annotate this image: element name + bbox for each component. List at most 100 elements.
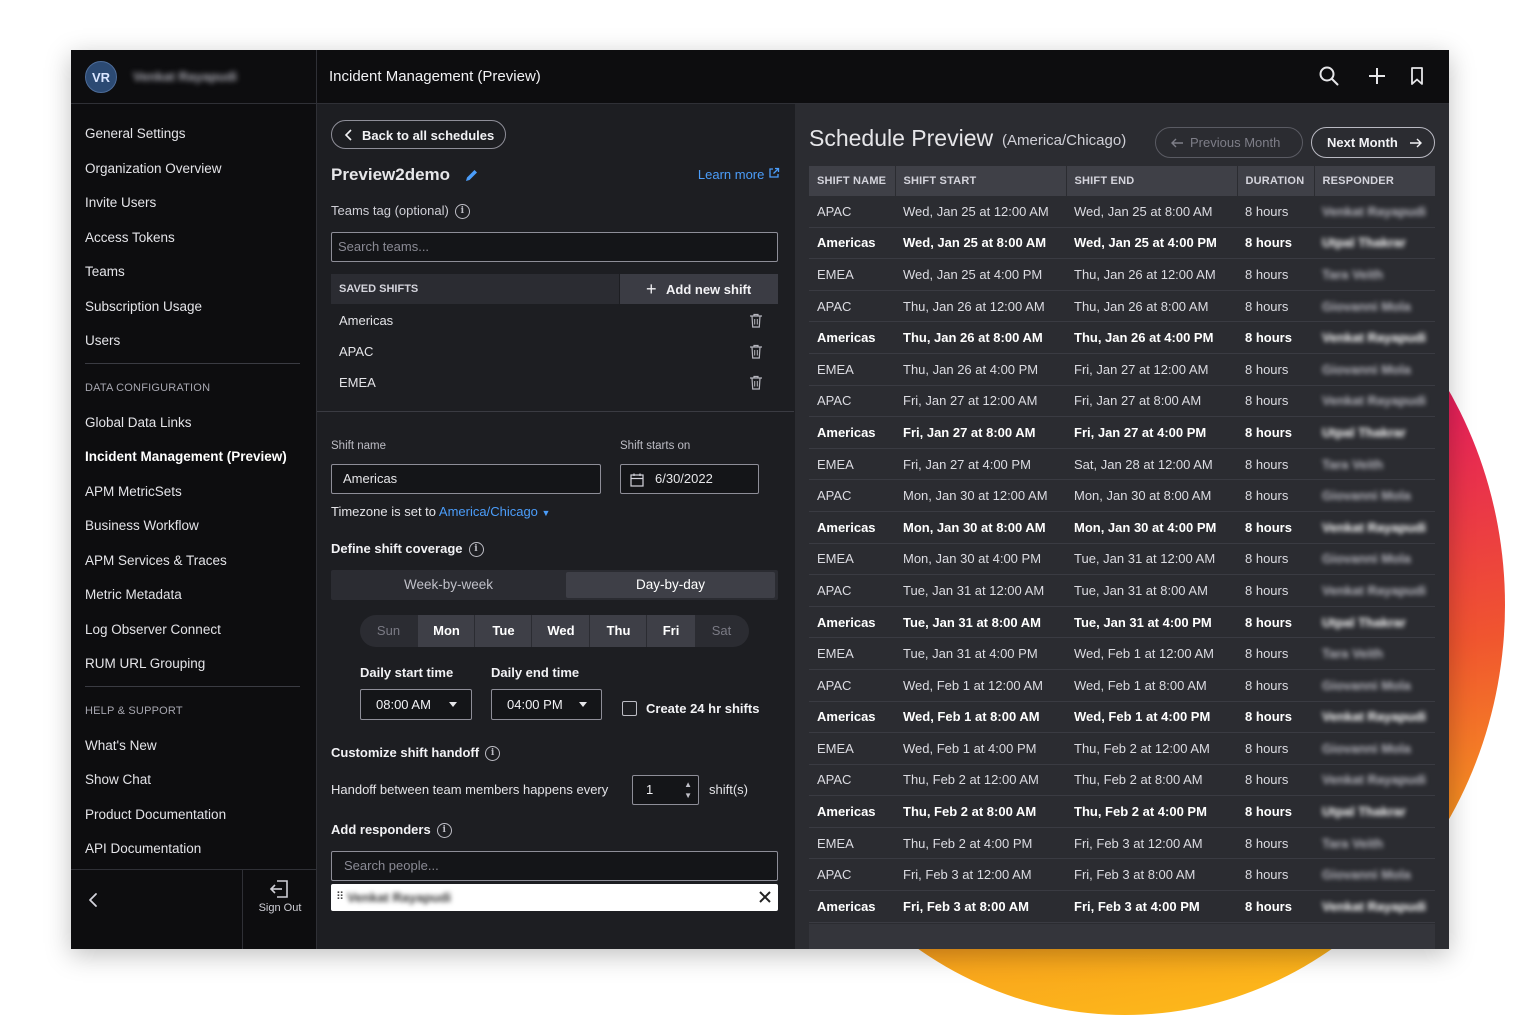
sidebar-item-organization-overview[interactable]: Organization Overview xyxy=(85,161,222,176)
table-cell-shift-end: Fri, Jan 27 at 8:00 AM xyxy=(1066,385,1237,418)
responder-chip[interactable]: ⠿ Venkat Rayapudi xyxy=(331,884,778,911)
sidebar-item-access-tokens[interactable]: Access Tokens xyxy=(85,230,175,245)
plus-icon: + xyxy=(646,279,657,299)
sign-out-label: Sign Out xyxy=(258,902,302,914)
schedule-editor-panel: Back to all schedules Preview2demo Learn… xyxy=(317,104,794,949)
avatar[interactable]: VR xyxy=(85,61,117,93)
table-cell-duration: 8 hours xyxy=(1237,701,1314,734)
trash-icon[interactable] xyxy=(749,313,763,328)
back-to-schedules-button[interactable]: Back to all schedules xyxy=(331,120,506,149)
add-new-shift-label: Add new shift xyxy=(666,282,752,297)
column-header-shift-start[interactable]: SHIFT START xyxy=(895,166,1067,196)
saved-shift-item[interactable]: APAC xyxy=(339,344,373,359)
collapse-sidebar-chevron-icon[interactable] xyxy=(85,890,103,910)
sidebar-item-api-documentation[interactable]: API Documentation xyxy=(85,841,201,856)
table-cell-responder: Venkat Rayapudi xyxy=(1314,574,1435,607)
add-new-shift-button[interactable]: + Add new shift xyxy=(619,274,778,304)
sidebar-item-product-documentation[interactable]: Product Documentation xyxy=(85,807,226,822)
search-people-input[interactable]: Search people... xyxy=(331,851,778,881)
shift-starts-label: Shift starts on xyxy=(620,440,691,452)
sidebar-item-teams[interactable]: Teams xyxy=(85,264,125,279)
sidebar-item-invite-users[interactable]: Invite Users xyxy=(85,195,156,210)
table-cell-shift-end: Wed, Feb 1 at 12:00 AM xyxy=(1066,637,1237,670)
column-header-responder[interactable]: RESPONDER xyxy=(1314,166,1436,196)
day-mon[interactable]: Mon xyxy=(417,615,475,647)
sidebar-item-global-data-links[interactable]: Global Data Links xyxy=(85,415,192,430)
day-thu[interactable]: Thu xyxy=(589,615,647,647)
previous-month-button[interactable]: Previous Month xyxy=(1155,127,1303,158)
drag-handle-icon[interactable]: ⠿ xyxy=(336,890,344,903)
create-24hr-checkbox[interactable] xyxy=(622,701,637,716)
create-24hr-label[interactable]: Create 24 hr shifts xyxy=(646,701,759,716)
app-window: VR Venkat Rayapudi Incident Management (… xyxy=(71,50,1449,949)
sidebar-item-subscription-usage[interactable]: Subscription Usage xyxy=(85,299,202,314)
handoff-stepper[interactable]: 1 ▲ ▼ xyxy=(632,775,699,805)
saved-shift-item[interactable]: Americas xyxy=(339,313,393,328)
timezone-value: America/Chicago xyxy=(438,504,538,519)
responder-name: Venkat Rayapudi xyxy=(1322,898,1427,914)
close-icon[interactable] xyxy=(756,887,774,907)
trash-icon[interactable] xyxy=(749,375,763,390)
responder-name: Tara Veith xyxy=(1322,456,1384,472)
plus-icon[interactable] xyxy=(1365,64,1389,88)
toggle-week-by-week[interactable]: Week-by-week xyxy=(331,570,566,600)
stepper-arrows-icon[interactable]: ▲ ▼ xyxy=(684,779,692,801)
sidebar-item-incident-management[interactable]: Incident Management (Preview) xyxy=(85,449,287,464)
info-icon[interactable]: i xyxy=(485,746,501,762)
arrow-left-icon xyxy=(1171,138,1183,148)
table-cell-shift-name: EMEA xyxy=(809,543,895,576)
table-row: Americas Wed, Jan 25 at 8:00 AM Wed, Jan 2… xyxy=(809,227,1435,260)
bookmark-icon[interactable] xyxy=(1405,64,1429,88)
caret-down-icon xyxy=(449,702,457,707)
sidebar-item-metric-metadata[interactable]: Metric Metadata xyxy=(85,587,182,602)
schedule-name: Preview2demo xyxy=(331,165,451,184)
sidebar-item-log-observer-connect[interactable]: Log Observer Connect xyxy=(85,622,221,637)
sidebar-item-users[interactable]: Users xyxy=(85,333,120,348)
info-icon[interactable]: i xyxy=(468,542,484,558)
shift-start-date-input[interactable]: 6/30/2022 xyxy=(620,464,759,494)
table-cell-duration: 8 hours xyxy=(1237,511,1314,544)
learn-more-link[interactable]: Learn more xyxy=(698,167,780,182)
schedule-preview-panel: Schedule Preview (America/Chicago) Previ… xyxy=(795,104,1449,949)
sidebar-item-show-chat[interactable]: Show Chat xyxy=(85,772,151,787)
column-header-shift-end[interactable]: SHIFT END xyxy=(1066,166,1238,196)
sidebar-item-apm-metricsets[interactable]: APM MetricSets xyxy=(85,484,182,499)
info-icon[interactable]: i xyxy=(436,823,452,839)
sidebar-item-business-workflow[interactable]: Business Workflow xyxy=(85,518,199,533)
sidebar: General Settings Organization Overview I… xyxy=(71,104,317,949)
shift-name-input[interactable]: Americas xyxy=(331,464,601,494)
daily-end-select[interactable]: 04:00 PM xyxy=(491,689,602,720)
day-tue[interactable]: Tue xyxy=(474,615,532,647)
search-teams-input[interactable]: Search teams... xyxy=(331,232,778,262)
day-sat[interactable]: Sat xyxy=(694,615,749,647)
table-row: APAC Wed, Feb 1 at 12:00 AM Wed, Feb 1 at … xyxy=(809,669,1435,702)
table-cell-duration: 8 hours xyxy=(1237,858,1314,892)
trash-icon[interactable] xyxy=(749,344,763,359)
sidebar-item-whats-new[interactable]: What's New xyxy=(85,738,157,753)
next-month-button[interactable]: Next Month xyxy=(1311,127,1435,158)
day-sun[interactable]: Sun xyxy=(360,615,417,647)
column-header-shift-name[interactable]: SHIFT NAME xyxy=(809,166,896,196)
search-icon[interactable] xyxy=(1317,64,1341,88)
column-header-duration[interactable]: DURATION xyxy=(1237,166,1315,196)
table-cell-shift-end: Sat, Jan 28 at 12:00 AM xyxy=(1066,448,1237,481)
table-cell-shift-end: Mon, Jan 30 at 4:00 PM xyxy=(1066,511,1237,544)
table-row: EMEA Wed, Feb 1 at 4:00 PM Thu, Feb 2 at 1… xyxy=(809,732,1435,765)
section-divider xyxy=(317,411,794,412)
day-fri[interactable]: Fri xyxy=(646,615,695,647)
table-row: EMEA Mon, Jan 30 at 4:00 PM Tue, Jan 31 at… xyxy=(809,543,1435,576)
daily-start-select[interactable]: 08:00 AM xyxy=(360,689,472,720)
sign-out-button[interactable]: Sign Out xyxy=(242,870,317,949)
day-wed[interactable]: Wed xyxy=(531,615,590,647)
sidebar-item-rum-url-grouping[interactable]: RUM URL Grouping xyxy=(85,656,205,671)
info-icon[interactable]: i xyxy=(454,204,470,220)
table-cell-responder: Giovanni Mola xyxy=(1314,732,1435,765)
sidebar-item-general-settings[interactable]: General Settings xyxy=(85,126,186,141)
sidebar-item-apm-services-traces[interactable]: APM Services & Traces xyxy=(85,553,227,568)
saved-shift-item[interactable]: EMEA xyxy=(339,375,376,390)
toggle-day-by-day[interactable]: Day-by-day xyxy=(566,572,775,598)
edit-pencil-icon[interactable] xyxy=(464,168,479,183)
responder-name: Tara Veith xyxy=(1322,646,1384,662)
responder-name: Giovanni Mola xyxy=(1322,488,1411,504)
timezone-dropdown[interactable]: America/Chicago ▼ xyxy=(439,504,551,519)
